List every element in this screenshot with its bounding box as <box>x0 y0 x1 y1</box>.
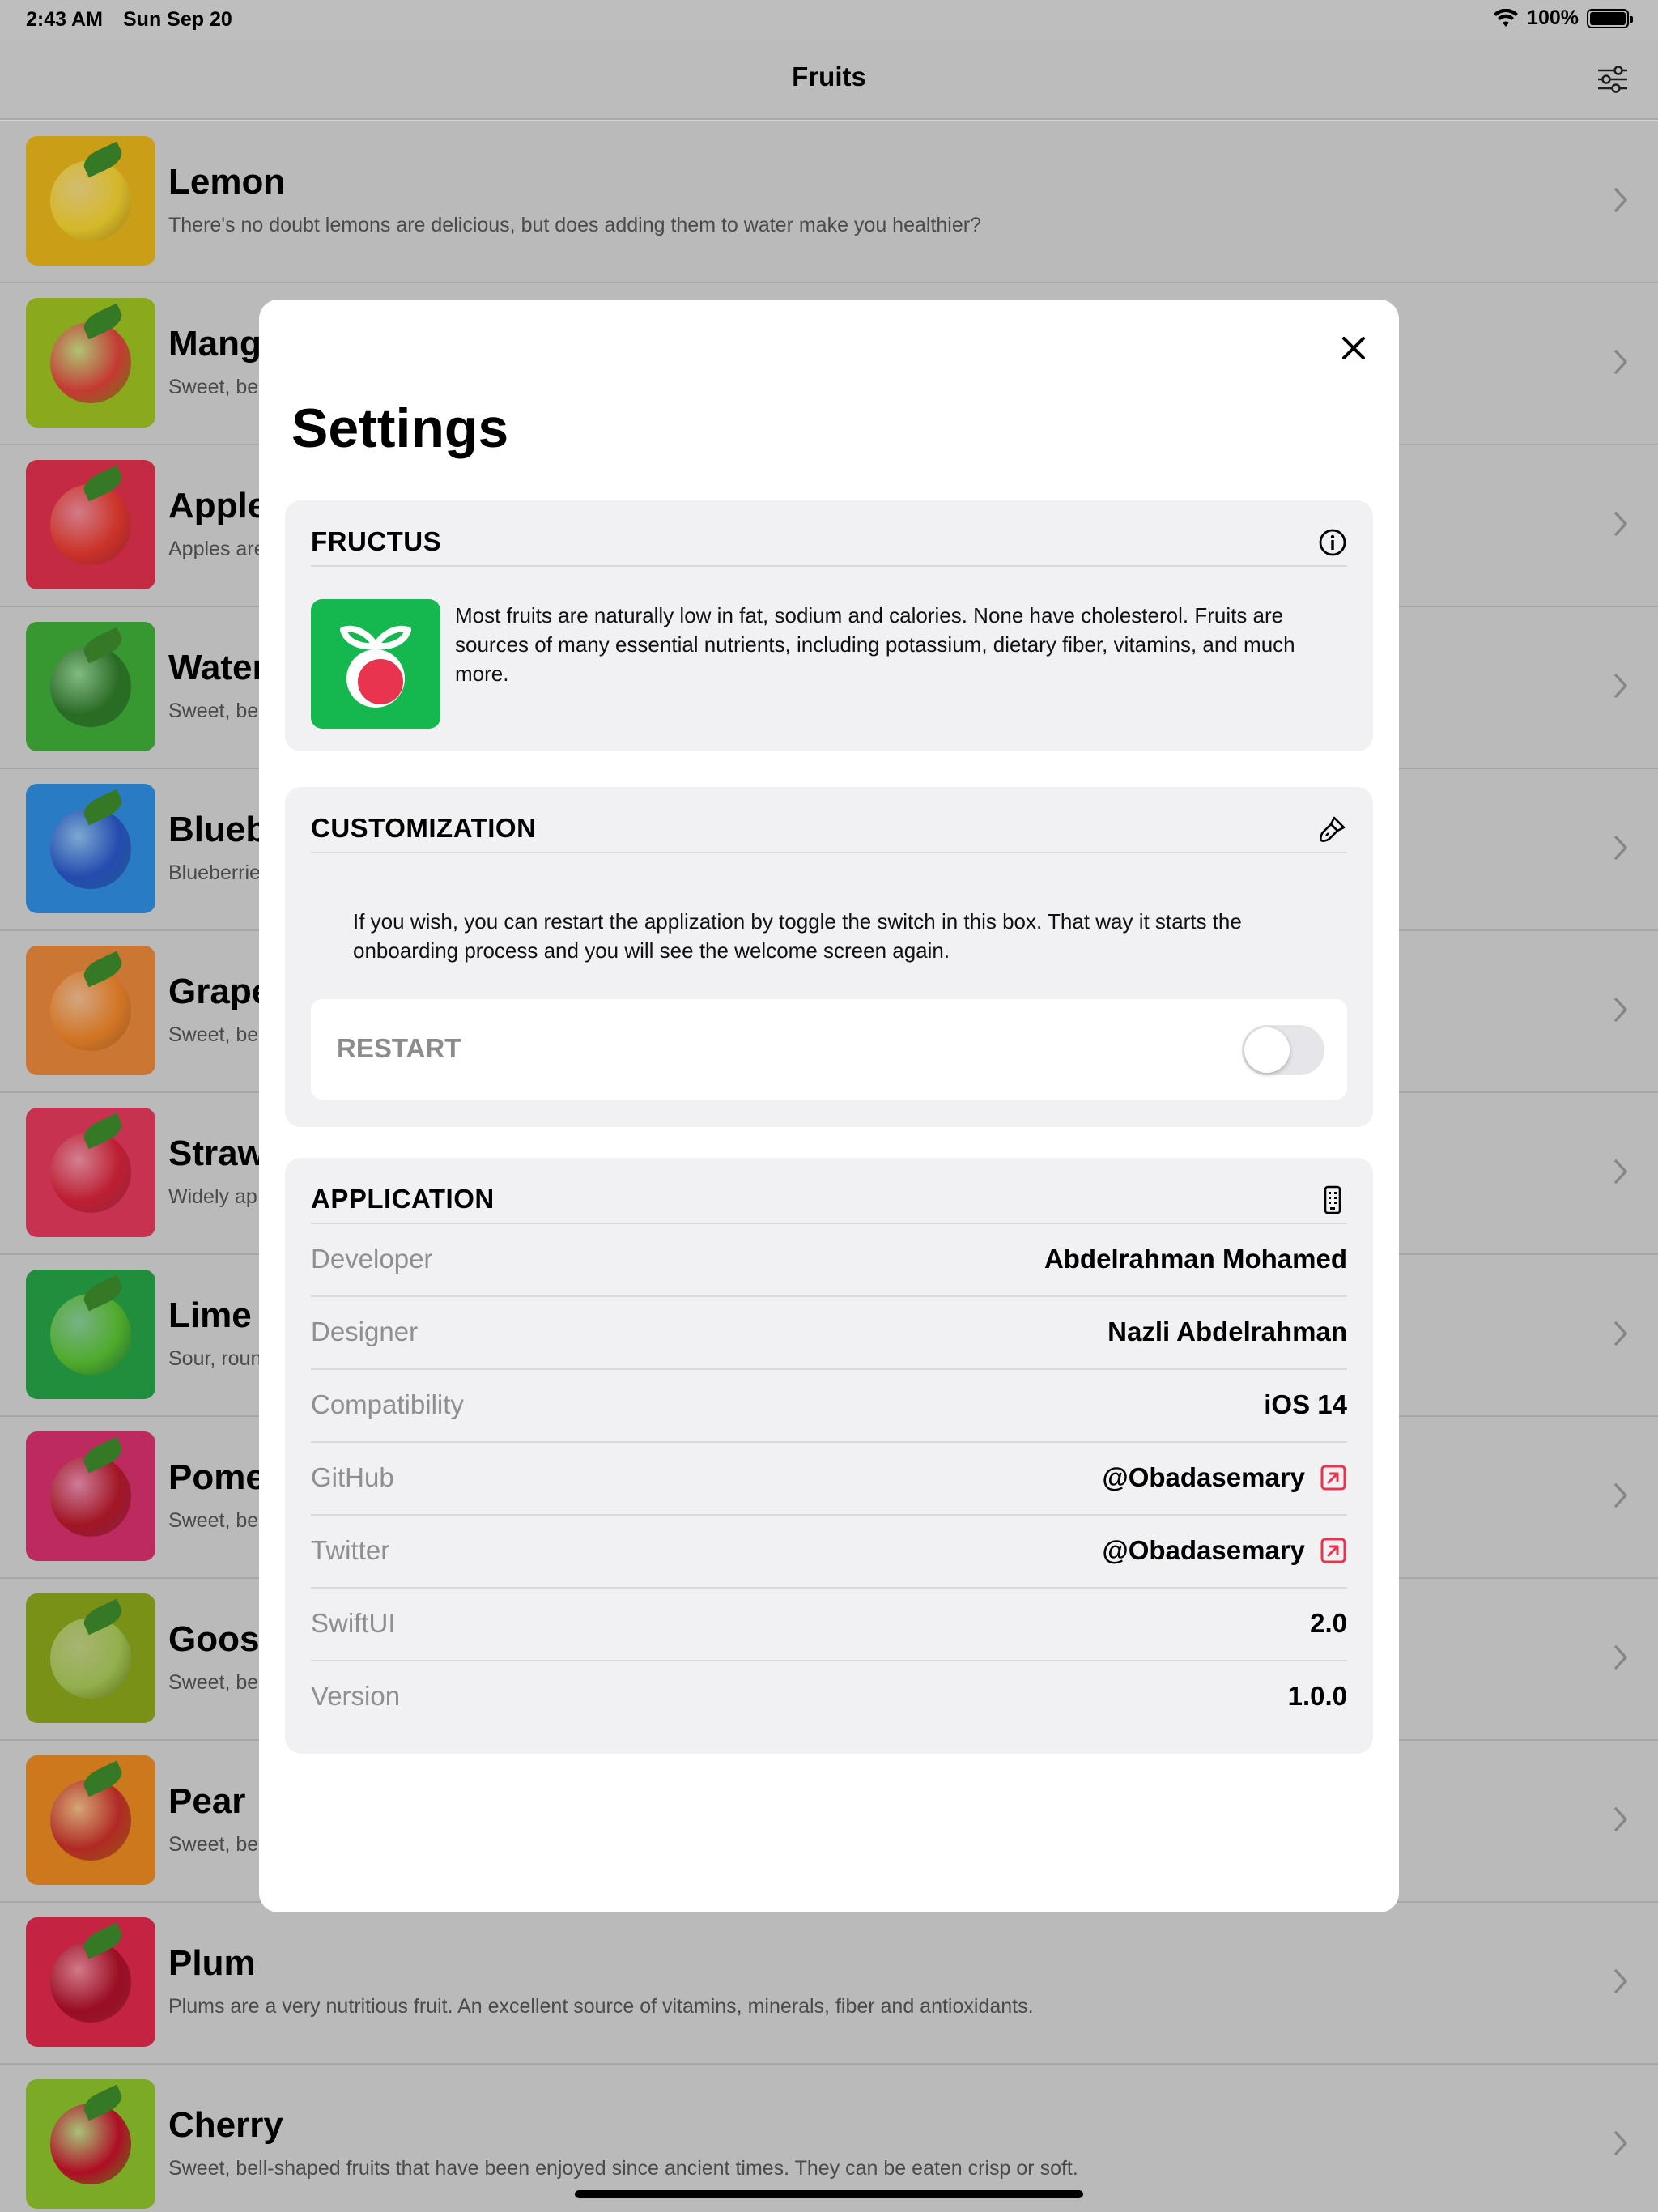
info-value: iOS 14 <box>1264 1389 1347 1420</box>
restart-row: RESTART <box>311 999 1347 1100</box>
application-section: APPLICATION Developer Abdelrahman Mohamed… <box>285 1158 1373 1754</box>
info-value: 1.0.0 <box>1288 1681 1347 1712</box>
info-value-text[interactable]: @Obadasemary <box>1103 1462 1305 1493</box>
fructus-section: FRUCTUS Most fruits are naturally low in… <box>285 500 1373 751</box>
fructus-header: FRUCTUS <box>311 521 1347 567</box>
info-value: Abdelrahman Mohamed <box>1044 1244 1347 1274</box>
info-key: SwiftUI <box>311 1608 396 1638</box>
info-value-text: 1.0.0 <box>1287 1681 1347 1711</box>
info-key: Twitter <box>311 1535 390 1565</box>
settings-title: Settings <box>291 398 509 459</box>
restart-label: RESTART <box>337 1033 461 1063</box>
info-key: GitHub <box>311 1462 394 1492</box>
customization-description: If you wish, you can restart the appliza… <box>353 909 1242 963</box>
info-circle-icon <box>1319 529 1346 556</box>
info-value: 2.0 <box>1310 1608 1347 1639</box>
customization-section: CUSTOMIZATION If you wish, you can resta… <box>285 787 1373 1127</box>
external-link-icon[interactable] <box>1320 1537 1347 1564</box>
info-value-text: 2.0 <box>1310 1608 1347 1638</box>
device-icon <box>1324 1185 1341 1214</box>
info-key: Designer <box>311 1317 419 1346</box>
customization-label: CUSTOMIZATION <box>311 813 537 843</box>
info-key: Version <box>311 1681 401 1711</box>
info-row-developer: Developer Abdelrahman Mohamed <box>311 1224 1347 1297</box>
info-value: Nazli Abdelrahman <box>1107 1317 1347 1347</box>
close-icon[interactable] <box>1337 332 1370 364</box>
info-value-text[interactable]: @Obadasemary <box>1103 1535 1305 1566</box>
info-key: Compatibility <box>311 1389 464 1419</box>
application-label: APPLICATION <box>311 1184 495 1214</box>
info-value-text: Abdelrahman Mohamed <box>1044 1244 1347 1274</box>
info-value[interactable]: @Obadasemary <box>1103 1535 1347 1566</box>
fructus-label: FRUCTUS <box>311 526 442 556</box>
info-row-twitter[interactable]: Twitter @Obadasemary <box>311 1516 1347 1589</box>
info-row-github[interactable]: GitHub @Obadasemary <box>311 1443 1347 1516</box>
application-header: APPLICATION <box>311 1179 1347 1224</box>
restart-toggle[interactable] <box>1242 1025 1324 1075</box>
info-key: Developer <box>311 1244 433 1274</box>
info-row-compatibility: Compatibility iOS 14 <box>311 1370 1347 1443</box>
fructus-description: Most fruits are naturally low in fat, so… <box>455 603 1295 686</box>
info-value[interactable]: @Obadasemary <box>1103 1462 1347 1493</box>
info-value-text: Nazli Abdelrahman <box>1107 1317 1347 1346</box>
info-value-text: iOS 14 <box>1264 1389 1347 1419</box>
settings-sheet: Settings FRUCTUS Most fruits are natural… <box>259 300 1399 1912</box>
home-indicator[interactable] <box>575 2190 1083 2198</box>
customization-header: CUSTOMIZATION <box>311 808 1347 853</box>
fructus-logo-icon <box>340 625 411 708</box>
info-row-designer: Designer Nazli Abdelrahman <box>311 1297 1347 1370</box>
app-logo <box>311 599 440 729</box>
paintbrush-icon <box>1320 816 1346 842</box>
toggle-knob <box>1244 1027 1290 1073</box>
info-row-swiftui: SwiftUI 2.0 <box>311 1589 1347 1661</box>
external-link-icon[interactable] <box>1320 1464 1347 1491</box>
info-row-version: Version 1.0.0 <box>311 1661 1347 1734</box>
